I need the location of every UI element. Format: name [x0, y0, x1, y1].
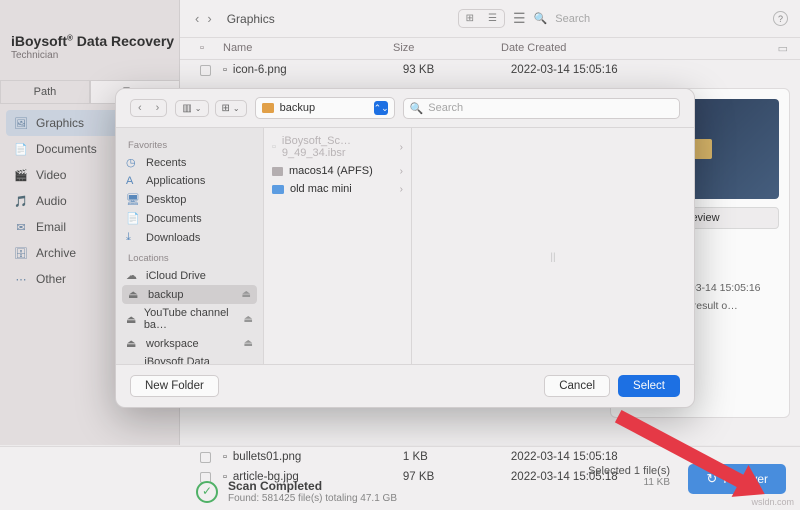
watermark: wsldn.com: [751, 497, 794, 507]
